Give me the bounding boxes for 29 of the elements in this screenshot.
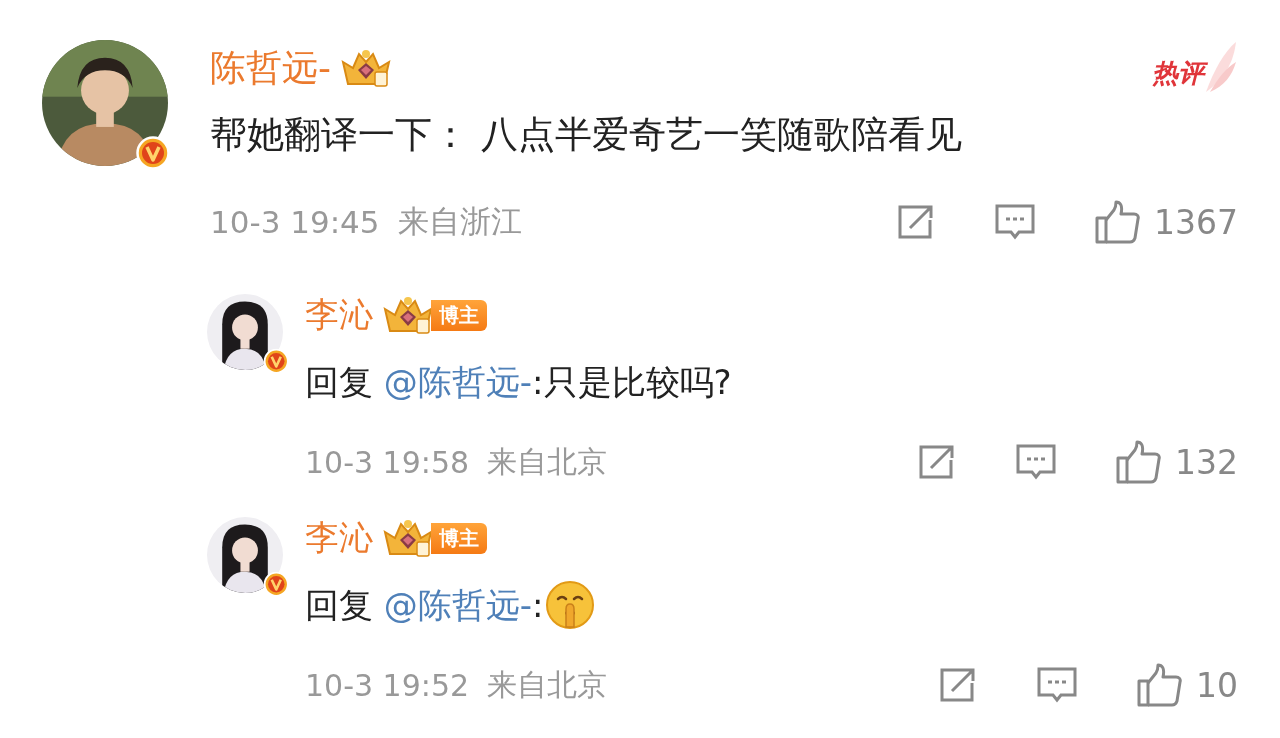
mention-link[interactable]: @陈哲远- <box>383 362 533 402</box>
comment-icon[interactable] <box>994 203 1036 241</box>
comment-text: 回复 @陈哲远-:只是比较吗? <box>305 361 732 404</box>
username[interactable]: 李沁 <box>305 515 373 561</box>
like-count: 132 <box>1175 442 1238 482</box>
location-text: 来自浙江 <box>397 202 522 241</box>
comment-text: 回复 @陈哲远-: <box>305 584 544 627</box>
share-icon[interactable] <box>938 667 978 703</box>
role-tag: 博主 <box>431 299 487 331</box>
username[interactable]: 陈哲远- <box>210 43 331 93</box>
like-count: 10 <box>1196 665 1238 705</box>
timestamp: 10-3 19:58 <box>305 444 470 480</box>
crown-icon <box>339 48 393 88</box>
username[interactable]: 李沁 <box>305 292 373 338</box>
like-icon[interactable] <box>1136 663 1182 707</box>
share-icon[interactable] <box>917 444 957 480</box>
share-icon[interactable] <box>896 204 936 240</box>
like-count: 1367 <box>1154 202 1238 242</box>
like-icon[interactable] <box>1094 200 1140 244</box>
comment-text: 帮她翻译一下： 八点半爱奇艺一笑随歌陪看见 <box>210 112 962 158</box>
timestamp: 10-3 19:52 <box>305 667 470 703</box>
comment-icon[interactable] <box>1036 666 1078 704</box>
comment-icon[interactable] <box>1015 443 1057 481</box>
mention-link[interactable]: @陈哲远- <box>383 585 533 625</box>
like-icon[interactable] <box>1115 440 1161 484</box>
location-text: 来自北京 <box>487 442 608 481</box>
timestamp: 10-3 19:45 <box>210 204 380 240</box>
location-text: 来自北京 <box>487 665 608 704</box>
role-tag: 博主 <box>431 522 487 554</box>
